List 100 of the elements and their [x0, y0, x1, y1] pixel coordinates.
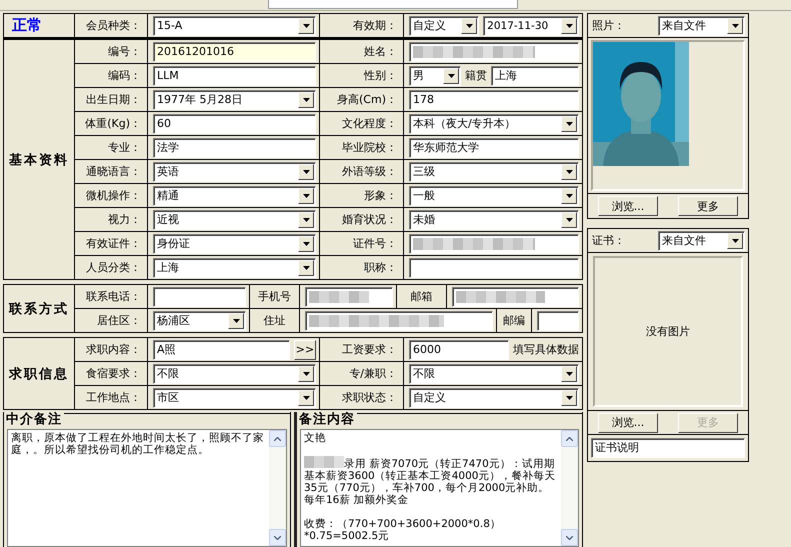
- panel-button[interactable]: 浏览...: [598, 196, 658, 216]
- note-line: 文艳: [304, 432, 326, 444]
- text-field[interactable]: 法学: [153, 138, 316, 158]
- dropdown[interactable]: 上海: [153, 258, 316, 278]
- dropdown-button[interactable]: [298, 260, 314, 276]
- text-field[interactable]: [305, 286, 393, 306]
- text-field[interactable]: 20161201016: [153, 42, 316, 62]
- dropdown-button[interactable]: [561, 188, 577, 204]
- dropdown-button[interactable]: [561, 116, 577, 132]
- caret-icon: [566, 170, 572, 174]
- field-label: 会员种类：: [86, 18, 141, 33]
- dropdown[interactable]: 15-A: [153, 16, 316, 36]
- scroll-down-button[interactable]: [561, 529, 578, 546]
- dropdown-button[interactable]: [298, 18, 314, 34]
- field-label: 视力：: [108, 212, 141, 227]
- text-area[interactable]: 文艳 录用 薪资7070元（转正7470元）：试用期基本薪资3600（转正基本工资4000元），餐补每天35元（770元），车补700，每个月2000元补助。 每年16薪 加额外奖金 收费：（770+700+3600+2000*0.8）*0.75=5002.5元: [300, 429, 579, 547]
- scroll-down-button[interactable]: [269, 529, 286, 546]
- scrollbar[interactable]: [561, 430, 578, 546]
- dropdown[interactable]: 杨浦区: [153, 310, 246, 330]
- dropdown[interactable]: 精通: [153, 186, 316, 206]
- dropdown-button[interactable]: [298, 236, 314, 252]
- caret-icon: [302, 24, 310, 28]
- dropdown-button[interactable]: [561, 390, 577, 406]
- caret-icon: [566, 218, 572, 222]
- field-label: 职称：: [364, 260, 397, 275]
- dropdown[interactable]: 未婚: [409, 210, 579, 230]
- dropdown[interactable]: 不限: [409, 364, 579, 384]
- text-field[interactable]: [537, 310, 579, 330]
- dropdown-button[interactable]: [298, 212, 314, 228]
- caret-icon: [302, 242, 310, 246]
- panel-button[interactable]: 浏览...: [598, 412, 658, 432]
- text-field[interactable]: 60: [153, 114, 316, 134]
- text-area[interactable]: 离职，原本做了工程在外地时间太长了，照顾不了家庭，。所以希望找份司机的工作稳定点。: [7, 429, 287, 547]
- dropdown[interactable]: 来自文件: [658, 230, 745, 250]
- dropdown-button[interactable]: [443, 68, 459, 84]
- dropdown-button[interactable]: [727, 232, 743, 248]
- dropdown-button[interactable]: [298, 164, 314, 180]
- dropdown-button[interactable]: [561, 164, 577, 180]
- caret-icon: [302, 266, 310, 270]
- text-field[interactable]: [409, 42, 579, 62]
- dropdown-button[interactable]: [561, 18, 577, 34]
- field-label: 出生日期：: [86, 92, 141, 107]
- field-label: 性别：: [364, 68, 397, 83]
- text-field[interactable]: 6000: [409, 340, 509, 360]
- field-label: 专业：: [108, 140, 141, 155]
- panel-button[interactable]: 更多: [678, 196, 738, 216]
- text-field[interactable]: 178: [409, 90, 579, 110]
- field-label: 编码：: [108, 68, 141, 83]
- text-field[interactable]: [409, 234, 579, 254]
- dropdown[interactable]: 2017-11-30: [483, 16, 579, 36]
- section-title: 联系方式: [4, 285, 75, 332]
- dropdown[interactable]: 一般: [409, 186, 579, 206]
- scroll-up-button[interactable]: [269, 430, 286, 447]
- field-label: 有效期：: [353, 18, 397, 33]
- text-field[interactable]: [153, 286, 246, 306]
- text-field[interactable]: [409, 258, 579, 278]
- dropdown-button[interactable]: [298, 188, 314, 204]
- dropdown[interactable]: 自定义: [409, 16, 480, 36]
- field-label: 联系电话：: [86, 289, 141, 304]
- text-field[interactable]: LLM: [153, 66, 316, 86]
- field-label: 有效证件：: [86, 236, 141, 251]
- section-title: 基本资料: [4, 40, 75, 279]
- dropdown[interactable]: 英语: [153, 162, 316, 182]
- group-title: 中介备注: [5, 412, 63, 427]
- dropdown[interactable]: 自定义: [409, 388, 579, 408]
- tab[interactable]: [268, 0, 518, 9]
- dropdown[interactable]: 身份证: [153, 234, 316, 254]
- field-label: 人员分类：: [86, 260, 141, 275]
- expand-button[interactable]: >>: [294, 340, 316, 360]
- dropdown-button[interactable]: [298, 366, 314, 382]
- dropdown-button[interactable]: [298, 92, 314, 108]
- dropdown-button[interactable]: [561, 366, 577, 382]
- field-label: 证书：: [592, 233, 626, 248]
- caret-icon: [566, 194, 572, 198]
- scrollbar[interactable]: [269, 430, 286, 546]
- chevron-up-icon: [566, 436, 573, 440]
- hint-text: 填写具体数据: [513, 342, 579, 357]
- text-field[interactable]: [305, 310, 493, 330]
- dropdown[interactable]: 男: [409, 66, 461, 86]
- dropdown[interactable]: 本科（夜大/专升本）: [409, 114, 579, 134]
- dropdown[interactable]: 1977年 5月28日: [153, 90, 316, 110]
- field-label: 身高(Cm)：: [337, 92, 397, 107]
- text-field[interactable]: 上海: [491, 66, 579, 86]
- dropdown-button[interactable]: [561, 212, 577, 228]
- dropdown-button[interactable]: [727, 18, 743, 34]
- dropdown-button[interactable]: [298, 390, 314, 406]
- dropdown-button[interactable]: [228, 312, 244, 328]
- dropdown[interactable]: 不限: [153, 364, 316, 384]
- text-field[interactable]: A照: [153, 340, 290, 360]
- dropdown[interactable]: 市区: [153, 388, 316, 408]
- chevron-up-icon: [274, 436, 281, 440]
- text-field[interactable]: [452, 286, 579, 306]
- scroll-up-button[interactable]: [561, 430, 578, 447]
- text-field[interactable]: 证书说明: [591, 438, 745, 458]
- dropdown-button[interactable]: [461, 18, 478, 34]
- dropdown[interactable]: 三级: [409, 162, 579, 182]
- text-field[interactable]: 华东师范大学: [409, 138, 579, 158]
- dropdown[interactable]: 来自文件: [658, 16, 745, 36]
- dropdown[interactable]: 近视: [153, 210, 316, 230]
- field-label: 编号：: [108, 44, 141, 59]
